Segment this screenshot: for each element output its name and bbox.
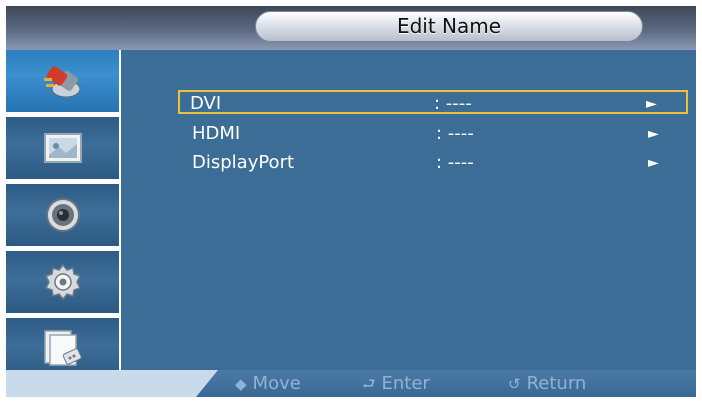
enter-label: Enter	[381, 373, 430, 394]
sidebar-item-picture[interactable]	[6, 117, 119, 179]
footer-bar: ◆ Move ⮐ Enter ↺ Return	[6, 370, 696, 397]
menu-item-label: HDMI	[192, 123, 241, 144]
menu-item-value: : ----	[436, 152, 474, 173]
return-label: Return	[526, 373, 587, 394]
sidebar	[6, 50, 121, 381]
menu-item-value: : ----	[436, 123, 474, 144]
osd-screen: Edit Name DVI: ---- ► HDMI: ---- ► Dis…	[6, 6, 696, 397]
sidebar-item-setup[interactable]	[6, 251, 119, 313]
menu-item-dvi[interactable]: DVI : ---- ►	[178, 90, 688, 114]
move-hint: ◆ Move	[235, 372, 301, 396]
menu-item-displayport[interactable]: DisplayPort : ---- ►	[180, 151, 690, 175]
move-label: Move	[252, 373, 301, 394]
sidebar-item-sound[interactable]	[6, 184, 119, 246]
menu-item-label: DVI	[190, 93, 222, 114]
multi-control-icon	[44, 330, 82, 366]
arrow-right-icon: ►	[646, 96, 657, 112]
menu-item-label: DisplayPort	[192, 152, 295, 173]
menu-panel: DVI : ---- ► HDMI : ---- ► DisplayPort :…	[121, 50, 696, 370]
sound-icon	[46, 198, 80, 232]
arrow-right-icon: ►	[648, 126, 659, 142]
return-icon: ↺	[508, 375, 521, 393]
move-icon: ◆	[235, 375, 247, 393]
enter-icon: ⮐	[362, 375, 376, 393]
menu-item-value: : ----	[434, 93, 472, 114]
page-title: Edit Name	[255, 11, 643, 42]
enter-hint: ⮐ Enter	[362, 372, 430, 396]
sidebar-item-input[interactable]	[6, 50, 119, 112]
picture-icon	[44, 133, 82, 163]
return-hint: ↺ Return	[508, 372, 586, 396]
arrow-right-icon: ►	[648, 155, 659, 171]
setup-icon	[44, 263, 82, 301]
input-icon	[44, 66, 81, 98]
header-bar: Edit Name	[6, 6, 696, 50]
menu-item-hdmi[interactable]: HDMI : ---- ►	[180, 122, 690, 146]
